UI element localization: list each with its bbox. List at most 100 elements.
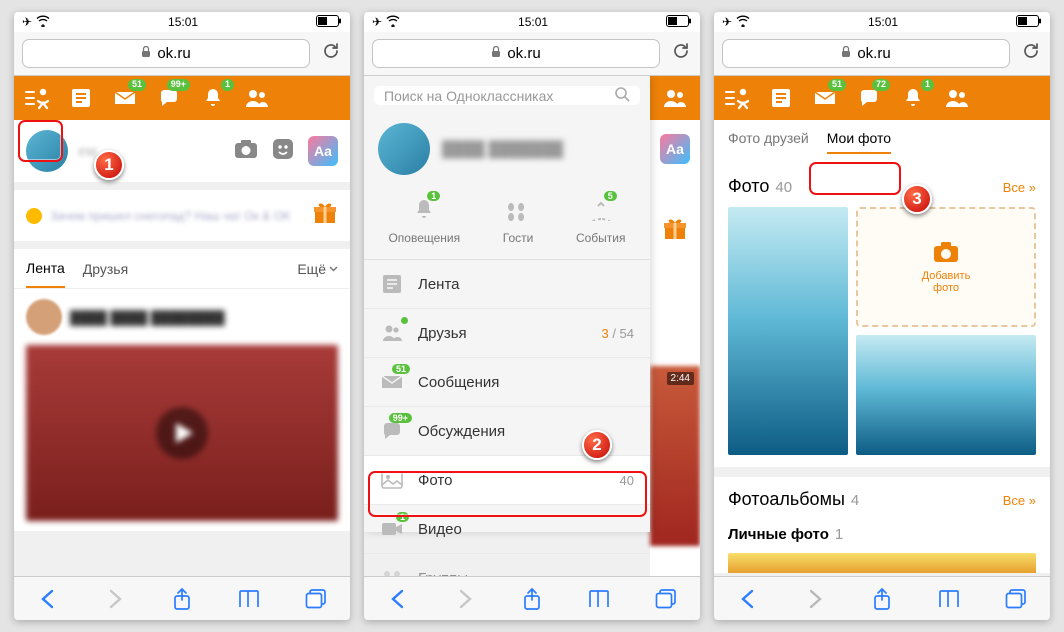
battery-icon — [666, 15, 692, 30]
back-icon[interactable] — [383, 584, 413, 614]
url-field[interactable]: ok.ru — [372, 39, 660, 68]
notifications-icon[interactable]: 1 — [896, 81, 930, 115]
tab-more[interactable]: Ещё — [297, 261, 338, 277]
phone-screenshot-2: ✈︎ 15:01 ok.ru Aa 2:44 Поиск на Одноклас… — [364, 12, 700, 620]
messages-icon[interactable]: 51 — [808, 81, 842, 115]
callout-highlight-2 — [368, 471, 647, 517]
clock: 15:01 — [518, 15, 548, 29]
phone-screenshot-3: ✈︎ 15:01 ok.ru 51 72 1 Фото друзей Мои ф… — [714, 12, 1050, 620]
messages-badge: 51 — [128, 79, 146, 91]
menu-profile[interactable]: ████ ███████ — [364, 115, 650, 183]
menu-events[interactable]: 5 События — [576, 193, 626, 245]
safari-toolbar — [364, 576, 700, 620]
albums-count: 4 — [851, 492, 859, 509]
bookmarks-icon[interactable] — [934, 584, 964, 614]
post-title: ████ ████ ████████ — [70, 310, 338, 325]
post-video-thumb[interactable] — [26, 345, 338, 521]
tab-friends[interactable]: Друзья — [83, 251, 128, 287]
tabs-icon[interactable] — [301, 584, 331, 614]
text-style-icon[interactable]: Aa — [660, 134, 690, 164]
feed-icon — [380, 272, 404, 296]
lock-icon — [491, 45, 501, 62]
tab-friends-photos[interactable]: Фото друзей — [728, 130, 809, 154]
share-icon[interactable] — [867, 584, 897, 614]
back-icon[interactable] — [33, 584, 63, 614]
link-all-photos[interactable]: Все » — [1003, 180, 1036, 195]
photo-tabs: Фото друзей Мои фото — [714, 120, 1050, 164]
bookmarks-icon[interactable] — [234, 584, 264, 614]
promo-row[interactable]: Зачем пришел снегопад? Наш чат Ок & ОK — [14, 190, 350, 241]
reload-icon[interactable] — [670, 40, 692, 67]
feed-icon[interactable] — [64, 81, 98, 115]
tabs-icon[interactable] — [651, 584, 681, 614]
messages-icon: 51 — [380, 370, 404, 394]
url-field[interactable]: ok.ru — [22, 39, 310, 68]
photo-thumbnail[interactable] — [856, 335, 1036, 455]
discussions-icon[interactable]: 99+ — [152, 81, 186, 115]
section-title: Фото — [728, 176, 769, 197]
menu-item-messages[interactable]: 51 Сообщения — [364, 358, 650, 407]
section-count: 40 — [775, 179, 792, 196]
wifi-icon — [736, 15, 750, 30]
gift-icon[interactable] — [662, 216, 688, 247]
camera-icon[interactable] — [234, 139, 258, 164]
discussions-icon[interactable]: 72 — [852, 81, 886, 115]
photo-thumbnail[interactable] — [728, 207, 848, 455]
friends-icon[interactable] — [240, 81, 274, 115]
feed-icon[interactable] — [764, 81, 798, 115]
status-bar: ✈︎ 15:01 — [714, 12, 1050, 32]
link-all-albums[interactable]: Все » — [1003, 493, 1036, 508]
menu-item-feed[interactable]: Лента — [364, 260, 650, 309]
callout-highlight-3 — [809, 162, 901, 195]
side-menu: Поиск на Одноклассниках ████ ███████ 1 О… — [364, 76, 650, 532]
tabs-icon[interactable] — [1001, 584, 1031, 614]
tab-my-photos[interactable]: Мои фото — [827, 130, 891, 154]
search-placeholder: Поиск на Одноклассниках — [384, 88, 553, 104]
text-style-icon[interactable]: Aa — [308, 136, 338, 166]
menu-search[interactable]: Поиск на Одноклассниках — [374, 86, 640, 105]
reload-icon[interactable] — [1020, 40, 1042, 67]
add-photo-tile[interactable]: Добавить фото — [856, 207, 1036, 327]
bookmarks-icon[interactable] — [584, 584, 614, 614]
album-personal[interactable]: Личные фото 1 — [714, 516, 1050, 553]
menu-item-groups[interactable]: Группы — [364, 554, 650, 576]
airplane-icon: ✈︎ — [22, 15, 32, 29]
back-icon[interactable] — [733, 584, 763, 614]
post-avatar — [26, 299, 62, 335]
friends-icon[interactable] — [658, 81, 692, 115]
composer-row: ем Aa — [14, 120, 350, 182]
photo-grid: Добавить фото — [714, 203, 1050, 467]
hamburger-ok-logo[interactable] — [20, 81, 54, 115]
clock: 15:01 — [868, 15, 898, 29]
status-bar: ✈︎ 15:01 — [14, 12, 350, 32]
menu-item-friends[interactable]: Друзья 3 / 54 — [364, 309, 650, 358]
wifi-icon — [386, 15, 400, 30]
forward-icon[interactable] — [800, 584, 830, 614]
discussions-icon: 99+ — [380, 419, 404, 443]
wifi-icon — [36, 15, 50, 30]
avatar — [378, 123, 430, 175]
album-thumb[interactable] — [728, 553, 1036, 573]
battery-icon — [1016, 15, 1042, 30]
safari-address-bar: ok.ru — [364, 32, 700, 76]
gift-icon[interactable] — [312, 200, 338, 231]
safari-toolbar — [14, 576, 350, 620]
emoji-icon[interactable] — [272, 138, 294, 165]
promo-text: Зачем пришел снегопад? Наш чат Ок & ОK — [50, 209, 312, 223]
friends-icon[interactable] — [940, 81, 974, 115]
menu-notifications[interactable]: 1 Оповещения — [388, 193, 460, 245]
friends-icon — [380, 321, 404, 345]
notifications-icon[interactable]: 1 — [196, 81, 230, 115]
reload-icon[interactable] — [320, 40, 342, 67]
share-icon[interactable] — [167, 584, 197, 614]
messages-icon[interactable]: 51 — [108, 81, 142, 115]
tab-feed[interactable]: Лента — [26, 250, 65, 288]
share-icon[interactable] — [517, 584, 547, 614]
callout-3: 3 — [902, 184, 932, 214]
callout-2: 2 — [582, 430, 612, 460]
ok-top-nav: 51 99+ 1 — [14, 76, 350, 120]
url-field[interactable]: ok.ru — [722, 39, 1010, 68]
feed-post[interactable]: ████ ████ ████████ — [14, 289, 350, 531]
hamburger-ok-logo[interactable] — [720, 81, 754, 115]
menu-guests[interactable]: Гости — [501, 193, 535, 245]
